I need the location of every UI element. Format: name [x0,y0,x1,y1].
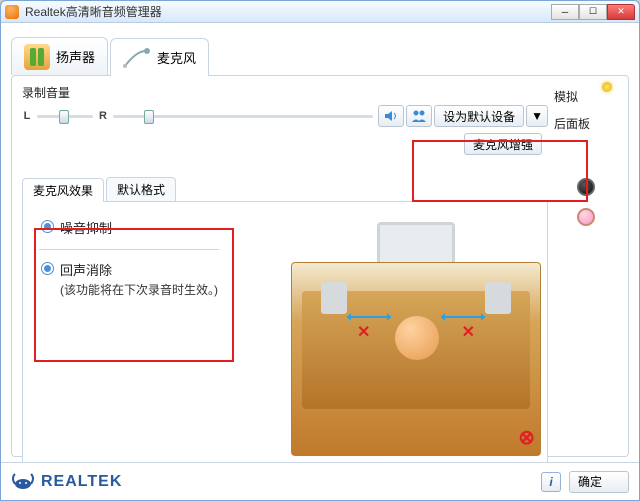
default-device-group: 设为默认设备 ▼ [434,105,548,127]
tab-microphone-label: 麦克风 [157,48,196,67]
brand-text: REALTEK [41,473,122,491]
analog-subtitle: 后面板 [554,115,618,132]
footer: REALTEK i 确定 [1,462,639,500]
client-area: 扬声器 麦克风 录制音量 L R [1,23,639,500]
tab-body: 噪音抑制 回声消除 (该功能将在下次录音时生效。) [22,202,548,468]
jack-black[interactable] [577,178,595,196]
device-tabs: 扬声器 麦克风 [11,23,629,75]
tab-default-format-label: 默认格式 [117,183,165,197]
tab-mic-effects[interactable]: 麦克风效果 [22,178,104,202]
tab-default-format[interactable]: 默认格式 [106,177,176,201]
jack-pink[interactable] [577,208,595,226]
balance-right-label: R [98,110,108,122]
app-icon [5,5,19,19]
tab-microphone[interactable]: 麦克风 [110,38,209,76]
volume-row: L R 设为默认设备 ▼ [22,105,548,127]
noise-suppression-radio[interactable] [41,220,54,233]
people-icon [411,108,427,124]
mic-boost-button[interactable]: 麦克风增强 [464,133,542,155]
analog-panel: 模拟 后面板 [554,84,618,444]
ok-button[interactable]: 确定 [569,471,629,493]
tab-speakers-label: 扬声器 [56,47,95,66]
playback-monitor-button[interactable] [406,105,432,127]
scene-arrow-right-icon [441,316,485,318]
tab-mic-effects-label: 麦克风效果 [33,184,93,198]
connector-settings-icon[interactable] [602,82,612,92]
speakers-icon [24,44,50,70]
balance-left-label: L [22,110,32,122]
scene-speaker-right-icon [485,282,511,314]
scene-x-corner-icon: ⊗ [518,425,535,450]
brand: REALTEK [11,472,122,492]
set-default-device-label: 设为默认设备 [443,108,515,125]
scene-x-left-icon: ✕ [357,322,370,342]
window-controls: ─ ☐ ✕ [551,4,635,20]
inner-tabs: 麦克风效果 默认格式 [22,177,548,202]
mic-boost-label: 麦克风增强 [473,136,533,153]
recording-volume-label: 录制音量 [22,84,548,101]
set-default-device-button[interactable]: 设为默认设备 [434,105,524,127]
noise-suppression-label: 噪音抑制 [60,218,112,237]
app-window: Realtek高清晰音频管理器 ─ ☐ ✕ 扬声器 麦克风 录制音量 [0,0,640,501]
scene-speaker-left-icon [321,282,347,314]
echo-cancellation-note: (该功能将在下次录音时生效。) [60,281,218,298]
left-column: 录制音量 L R [22,84,548,444]
ok-button-label: 确定 [578,473,602,490]
titlebar[interactable]: Realtek高清晰音频管理器 ─ ☐ ✕ [1,1,639,23]
volume-slider[interactable] [113,108,373,124]
set-default-device-dropdown[interactable]: ▼ [526,105,548,127]
window-title: Realtek高清晰音频管理器 [25,3,551,20]
scene-illustration: ✕ ✕ ⊗ [291,210,541,456]
echo-cancellation-text: 回声消除 (该功能将在下次录音时生效。) [60,260,218,298]
scene-arrow-left-icon [347,316,391,318]
realtek-logo-icon [11,472,35,492]
scene-x-right-icon: ✕ [462,322,475,342]
tab-speakers[interactable]: 扬声器 [11,37,108,75]
divider [39,249,219,250]
echo-cancellation-label: 回声消除 [60,260,218,279]
main-panel: 录制音量 L R [11,75,629,457]
scene-head-icon [395,316,439,360]
microphone-icon [123,48,151,68]
mute-button[interactable] [378,105,404,127]
speaker-icon [383,108,399,124]
close-button[interactable]: ✕ [607,4,635,20]
info-button[interactable]: i [541,472,561,492]
balance-slider[interactable] [37,108,93,124]
echo-cancellation-radio[interactable] [41,262,54,275]
maximize-button[interactable]: ☐ [579,4,607,20]
minimize-button[interactable]: ─ [551,4,579,20]
